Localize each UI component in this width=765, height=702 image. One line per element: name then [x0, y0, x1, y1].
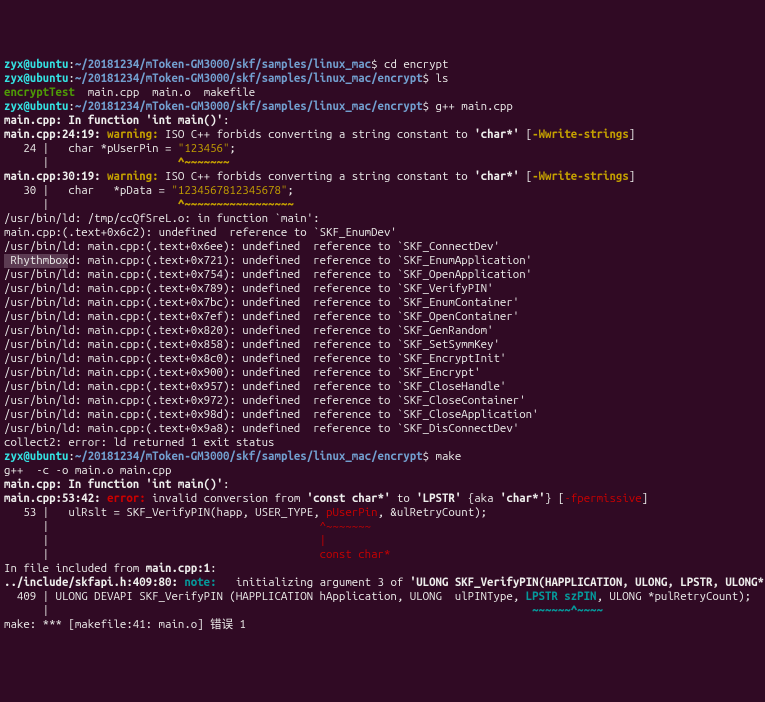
caret-underline: ^~~~~~~~ — [178, 156, 230, 169]
prompt-path: ~/20181234/mToken-GM3000/skf/samples/lin… — [75, 58, 371, 71]
string-literal: "123456" — [178, 142, 230, 155]
ld-ref: /usr/bin/ld: main.cpp:(.text+0x858): und… — [4, 338, 500, 351]
include-chain: In file included from — [4, 562, 139, 575]
prompt-user: zyx@ubuntu — [4, 72, 68, 85]
ld-ref: /usr/bin/ld: main.cpp:(.text+0x820): und… — [4, 324, 493, 337]
ld-ref: d: main.cpp:(.text+0x721): undefined ref… — [68, 254, 532, 267]
error-arg: pUserPin — [326, 506, 378, 519]
warning-label: warning: — [107, 170, 159, 183]
type-hint: const char* — [320, 548, 391, 561]
prompt-user: zyx@ubuntu — [4, 100, 68, 113]
make-compile: g++ -c -o main.o main.cpp — [4, 464, 171, 477]
error-msg: invalid conversion from — [152, 492, 300, 505]
ld-ref: /usr/bin/ld: main.cpp:(.text+0x8c0): und… — [4, 352, 506, 365]
ls-file: main.cpp — [88, 86, 140, 99]
code-line: 30 | char *pData = — [4, 184, 171, 197]
prompt-user: zyx@ubuntu — [4, 58, 68, 71]
ls-file: main.o — [152, 86, 191, 99]
ld-ref: /usr/bin/ld: main.cpp:(.text+0x900): und… — [4, 366, 481, 379]
err-loc: main.cpp:53:42: — [4, 492, 101, 505]
prompt-path: ~/20181234/mToken-GM3000/skf/samples/lin… — [75, 72, 423, 85]
note-loc: ../include/skfapi.h:409:80: — [4, 576, 178, 589]
in-function: main.cpp: In function 'int main()': — [4, 478, 229, 491]
ld-ref: /usr/bin/ld: main.cpp:(.text+0x754): und… — [4, 268, 532, 281]
warning-msg: ISO C++ forbids converting a string cons… — [165, 170, 468, 183]
note-arg: LPSTR szPIN — [526, 590, 597, 603]
code-line: 24 | char *pUserPin = — [4, 142, 178, 155]
ls-file: makefile — [204, 86, 256, 99]
ld-ref: /usr/bin/ld: main.cpp:(.text+0x7ef): und… — [4, 310, 519, 323]
taskbar-overlay: Rhythmbox — [4, 254, 68, 268]
warn-flag: -Wwrite-strings — [532, 128, 629, 141]
err-flag: -fpermissive — [564, 492, 641, 505]
code-line: 409 | ULONG DEVAPI SKF_VerifyPIN (HAPPLI… — [4, 590, 526, 603]
cmd-cd: cd encrypt — [384, 58, 448, 71]
prompt-user: zyx@ubuntu — [4, 450, 68, 463]
string-literal: "1234567812345678" — [171, 184, 287, 197]
ld-ref: /usr/bin/ld: main.cpp:(.text+0x957): und… — [4, 380, 506, 393]
warn-flag: -Wwrite-strings — [532, 170, 629, 183]
make-error: make: *** [makefile:41: main.o] 错误 1 — [4, 618, 246, 631]
cmd-gpp: g++ main.cpp — [436, 100, 513, 113]
ld-ref: /usr/bin/ld: main.cpp:(.text+0x789): und… — [4, 282, 493, 295]
caret-underline: ^~~~~~~~ — [320, 520, 372, 533]
prompt-path: ~/20181234/mToken-GM3000/skf/samples/lin… — [75, 450, 423, 463]
error-label: error: — [107, 492, 146, 505]
ls-exe: encryptTest — [4, 86, 75, 99]
ld-ref: /usr/bin/ld: main.cpp:(.text+0x6ee): und… — [4, 240, 500, 253]
note-msg: initializing argument 3 of — [223, 576, 403, 589]
prompt-path: ~/20181234/mToken-GM3000/skf/samples/lin… — [75, 100, 423, 113]
ld-ref: /usr/bin/ld: main.cpp:(.text+0x972): und… — [4, 394, 526, 407]
cmd-make: make — [436, 450, 462, 463]
terminal-content[interactable]: zyx@ubuntu:~/20181234/mToken-GM3000/skf/… — [4, 58, 761, 632]
warning-label: warning: — [107, 128, 159, 141]
warning-msg: ISO C++ forbids converting a string cons… — [165, 128, 468, 141]
caret-underline: ~~~~~~^~~~~ — [532, 604, 603, 617]
ld-ref: main.cpp:(.text+0x6c2): undefined refere… — [4, 226, 397, 239]
caret-underline: ^~~~~~~~~~~~~~~~~~ — [178, 198, 294, 211]
in-function: main.cpp: In function 'int main()': — [4, 114, 229, 127]
ld-main: /usr/bin/ld: /tmp/ccQfSreL.o: in functio… — [4, 212, 320, 225]
note-label: note: — [184, 576, 216, 589]
prompt-dollar: $ — [371, 58, 377, 71]
ld-ref: /usr/bin/ld: main.cpp:(.text+0x9a8): und… — [4, 422, 519, 435]
warn-loc: main.cpp:30:19: — [4, 170, 101, 183]
ld-ref: /usr/bin/ld: main.cpp:(.text+0x98d): und… — [4, 408, 539, 421]
warn-loc: main.cpp:24:19: — [4, 128, 101, 141]
cmd-ls: ls — [436, 72, 449, 85]
ld-ref: /usr/bin/ld: main.cpp:(.text+0x7bc): und… — [4, 296, 519, 309]
code-line: 53 | ulRslt = SKF_VerifyPIN(happ, USER_T… — [4, 506, 326, 519]
collect2-error: collect2: error: ld returned 1 exit stat… — [4, 436, 274, 449]
